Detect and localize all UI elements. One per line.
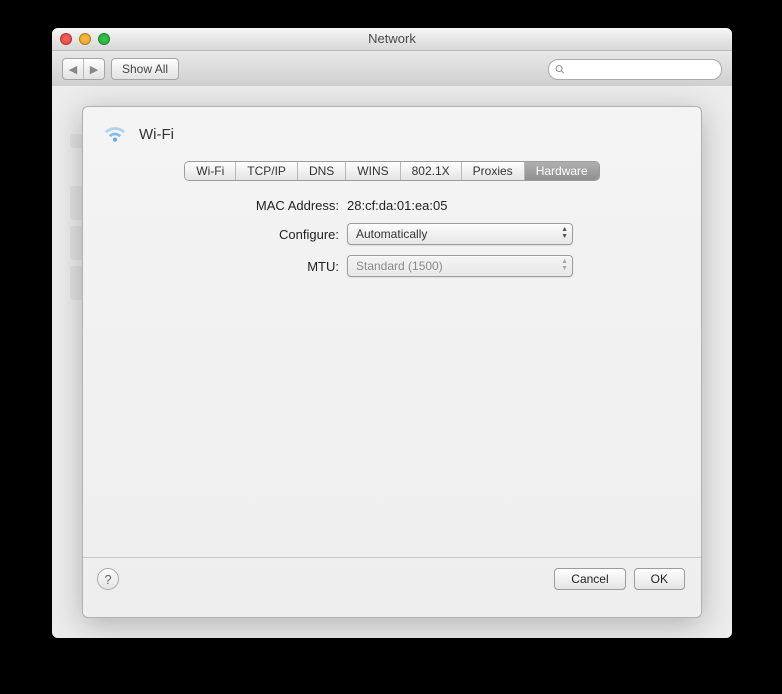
search-icon xyxy=(555,64,565,75)
wifi-icon xyxy=(101,121,129,148)
close-window-button[interactable] xyxy=(60,33,72,45)
panel-title: Wi-Fi xyxy=(139,126,174,143)
tabs: Wi-Fi TCP/IP DNS WINS 802.1X Proxies Har… xyxy=(83,162,701,180)
back-button[interactable]: ◀ xyxy=(63,59,84,79)
tab-hardware[interactable]: Hardware xyxy=(525,162,599,180)
mtu-popup: Standard (1500) ▲▼ xyxy=(347,255,573,277)
network-preferences-window: Network ◀ ▶ Show All xyxy=(52,28,732,638)
mtu-value: Standard (1500) xyxy=(356,259,443,273)
show-all-label: Show All xyxy=(122,62,168,76)
configure-value: Automatically xyxy=(356,227,427,241)
mac-address-value: 28:cf:da:01:ea:05 xyxy=(347,198,447,213)
tab-wifi[interactable]: Wi-Fi xyxy=(185,162,236,180)
configure-label: Configure: xyxy=(107,227,347,242)
cancel-button[interactable]: Cancel xyxy=(554,568,625,590)
tab-proxies[interactable]: Proxies xyxy=(462,162,525,180)
show-all-button[interactable]: Show All xyxy=(111,58,179,80)
tab-dns[interactable]: DNS xyxy=(298,162,346,180)
window-titlebar: Network xyxy=(52,28,732,51)
mtu-label: MTU: xyxy=(107,259,347,274)
content-area: Wi-Fi Wi-Fi TCP/IP DNS WINS 802.1X Proxi… xyxy=(52,86,732,638)
ok-button[interactable]: OK xyxy=(634,568,685,590)
forward-button[interactable]: ▶ xyxy=(84,59,104,79)
tab-8021x[interactable]: 802.1X xyxy=(401,162,462,180)
sheet-footer: ? Cancel OK xyxy=(83,558,701,602)
traffic-lights xyxy=(60,33,110,45)
mac-address-label: MAC Address: xyxy=(107,198,347,213)
help-button[interactable]: ? xyxy=(97,568,119,590)
configure-popup[interactable]: Automatically ▲▼ xyxy=(347,223,573,245)
settings-sheet: Wi-Fi Wi-Fi TCP/IP DNS WINS 802.1X Proxi… xyxy=(82,106,702,618)
popup-arrows-icon: ▲▼ xyxy=(561,258,568,272)
sheet-header: Wi-Fi xyxy=(83,107,701,156)
tab-wins[interactable]: WINS xyxy=(346,162,400,180)
popup-arrows-icon: ▲▼ xyxy=(561,226,568,240)
zoom-window-button[interactable] xyxy=(98,33,110,45)
search-field[interactable] xyxy=(548,59,722,80)
search-input[interactable] xyxy=(569,62,715,76)
nav-back-forward: ◀ ▶ xyxy=(62,58,105,80)
hardware-form: MAC Address: 28:cf:da:01:ea:05 Configure… xyxy=(83,180,701,297)
toolbar: ◀ ▶ Show All xyxy=(52,51,732,88)
minimize-window-button[interactable] xyxy=(79,33,91,45)
tab-tcpip[interactable]: TCP/IP xyxy=(236,162,298,180)
window-title: Network xyxy=(368,31,416,46)
help-icon: ? xyxy=(104,572,111,587)
